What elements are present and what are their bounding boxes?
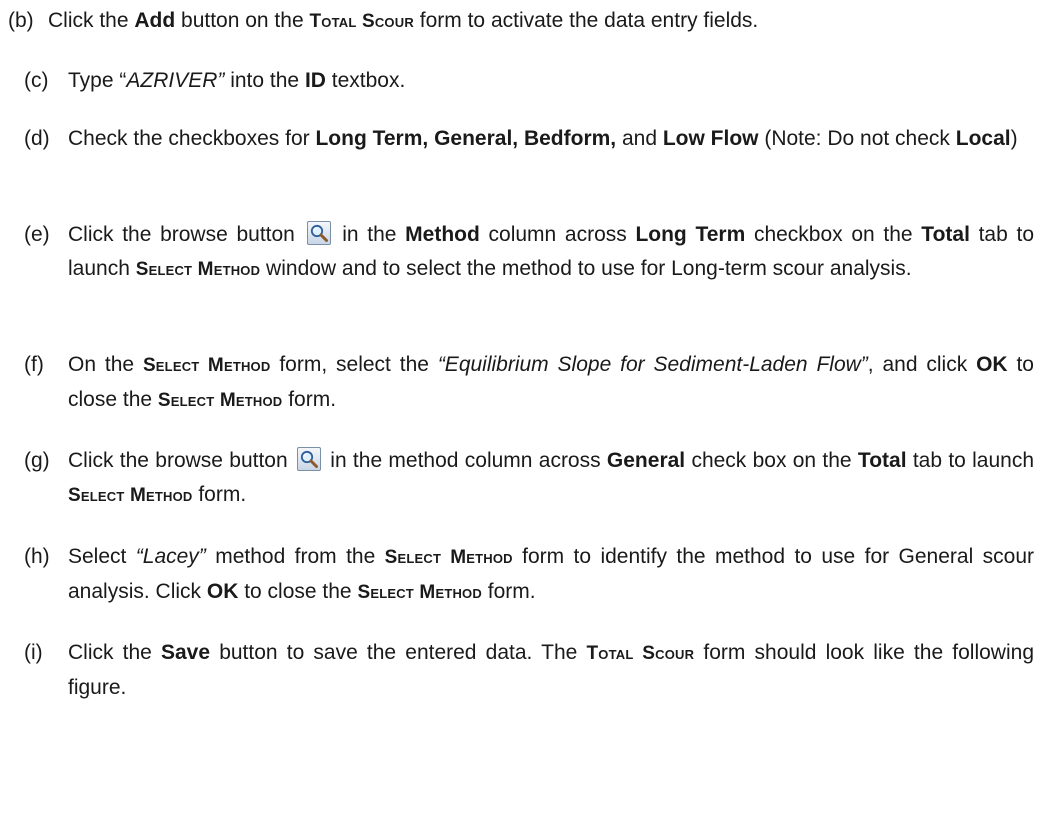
text-run: and: [616, 127, 663, 150]
text-run: button on the: [175, 9, 310, 32]
form-name: Select Method: [142, 355, 271, 376]
italic-term: “Lacey”: [135, 545, 206, 568]
browse-magnifier-icon: [296, 447, 321, 471]
form-name: Select Method: [68, 485, 193, 506]
italic-term: AZRIVER”: [126, 69, 225, 92]
text-run: form to activate the data entry fields.: [413, 9, 759, 32]
form-name: Select Method: [384, 547, 513, 568]
text-run: check box on the: [685, 449, 858, 472]
step-d: (d) Check the checkboxes for Long Term, …: [24, 122, 1034, 156]
step-e: (e) Click the browse button in the Metho…: [24, 218, 1034, 287]
bold-term: ID: [304, 69, 326, 92]
text-run: Click the browse button: [68, 223, 304, 246]
form-name: Total Scour: [309, 11, 414, 32]
text-run: in the: [333, 223, 406, 246]
bold-term: Total: [921, 223, 970, 246]
text-run: ): [1010, 127, 1018, 150]
step-i: (i) Click the Save button to save the en…: [24, 636, 1034, 705]
text-run: Select: [68, 545, 136, 568]
bold-term: Low Flow: [662, 127, 759, 150]
italic-term: “Equilibrium Slope for Sediment-Laden Fl…: [437, 353, 868, 376]
step-text: Select “Lacey” method from the Select Me…: [68, 540, 1034, 610]
text-run: textbox.: [325, 69, 406, 92]
step-label: (e): [24, 223, 50, 246]
step-label: (g): [24, 449, 50, 472]
bold-term: OK: [206, 580, 239, 603]
text-run: column across: [479, 223, 636, 246]
text-run: in the method column across: [323, 449, 607, 472]
bold-term: Add: [134, 9, 176, 32]
text-run: Click the: [48, 9, 135, 32]
step-text: Click the browse button in the method co…: [68, 444, 1034, 513]
text-run: into the: [224, 69, 305, 92]
bold-term: Local: [955, 127, 1011, 150]
text-run: Check the checkboxes for: [68, 127, 316, 150]
bold-term: Save: [161, 641, 211, 664]
step-label: (i): [24, 641, 43, 664]
text-run: On the: [68, 353, 143, 376]
step-f: (f) On the Select Method form, select th…: [24, 348, 1034, 418]
step-label: (b): [8, 9, 34, 32]
text-run: Type “: [68, 69, 127, 92]
step-text: Click the browse button in the Method co…: [68, 218, 1034, 287]
bold-term: General: [606, 449, 686, 472]
text-run: form.: [481, 580, 536, 603]
form-name: Select Method: [357, 582, 482, 603]
text-run: Click the: [68, 641, 161, 664]
form-name: Total Scour: [586, 643, 695, 664]
text-run: tab to launch: [906, 449, 1035, 472]
bold-term: Total: [857, 449, 907, 472]
step-c: (c) Type “AZRIVER” into the ID textbox.: [24, 64, 1034, 98]
step-g: (g) Click the browse button in the metho…: [24, 444, 1034, 513]
form-name: Select Method: [135, 259, 261, 280]
step-label: (f): [24, 353, 44, 376]
bold-term: OK: [976, 353, 1008, 376]
text-run: button to save the entered data. The: [210, 641, 587, 664]
bold-term: Long Term: [635, 223, 746, 246]
text-run: to close the: [238, 580, 358, 603]
step-label: (d): [24, 127, 50, 150]
step-label: (h): [24, 545, 50, 568]
bold-term: Long Term, General, Bedform,: [315, 127, 617, 150]
text-run: checkbox on the: [745, 223, 922, 246]
step-text: Click the Save button to save the entere…: [68, 636, 1034, 705]
step-text: Check the checkboxes for Long Term, Gene…: [68, 122, 1034, 156]
text-run: , and click: [867, 353, 977, 376]
text-run: (Note: Do not check: [758, 127, 956, 150]
step-label: (c): [24, 69, 49, 92]
text-run: method from the: [205, 545, 385, 568]
text-run: form.: [192, 483, 247, 506]
step-b: (b) Click the Add button on the Total Sc…: [8, 4, 1060, 39]
form-name: Select Method: [157, 390, 283, 411]
step-text: Click the Add button on the Total Scour …: [48, 4, 1060, 39]
step-h: (h) Select “Lacey” method from the Selec…: [24, 540, 1034, 610]
text-run: Click the browse button: [68, 449, 294, 472]
step-text: On the Select Method form, select the “E…: [68, 348, 1034, 418]
step-text: Type “AZRIVER” into the ID textbox.: [68, 64, 1034, 98]
text-run: window and to select the method to use f…: [260, 257, 912, 280]
text-run: form.: [282, 388, 337, 411]
browse-magnifier-icon: [306, 221, 331, 245]
bold-term: Method: [405, 223, 480, 246]
text-run: form, select the: [270, 353, 438, 376]
